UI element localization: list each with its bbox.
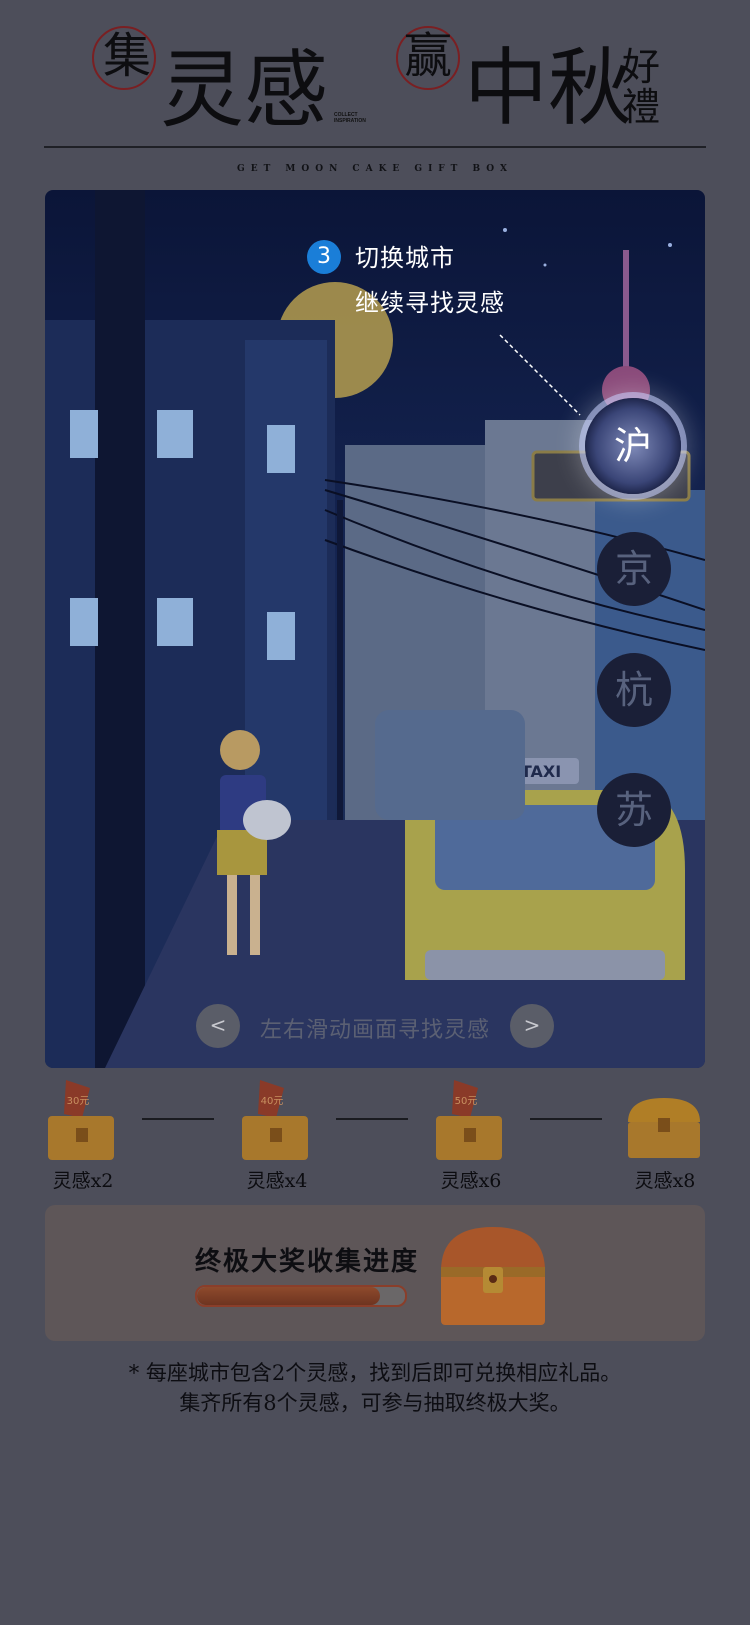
step-number-badge: 3	[307, 240, 341, 274]
header-circle-char-2: 赢	[404, 28, 453, 84]
building-left-side	[245, 340, 327, 840]
next-button[interactable]: >	[510, 1004, 554, 1048]
milestone-label: 灵感x6	[440, 1170, 502, 1192]
milestone-connector	[336, 1118, 408, 1120]
step-title: 切换城市	[355, 244, 455, 272]
star	[668, 243, 672, 247]
header-title-2: 中秋	[464, 39, 633, 137]
milestone-label: 灵感x4	[246, 1170, 308, 1192]
taxi-sign-text: TAXI	[521, 762, 561, 781]
gift-chest-icon: 40元	[242, 1080, 308, 1160]
header-divider	[44, 146, 706, 148]
star	[543, 263, 547, 267]
header-circle-char-1: 集	[103, 28, 152, 84]
scene-illustration: TAXI	[45, 190, 705, 1068]
step-subtitle: 继续寻找灵感	[355, 289, 505, 317]
grand-prize-progress-fill	[197, 1287, 381, 1305]
car-bg	[375, 710, 525, 820]
milestone-item[interactable]: 灵感x8	[620, 1078, 710, 1192]
grand-prize-card: 终极大奖收集进度	[45, 1205, 705, 1341]
header-english-caption: COLLECT INSPIRATION	[334, 112, 366, 124]
grand-prize-title: 终极大奖收集进度	[195, 1247, 420, 1277]
header-subtitle: GET MOON CAKE GIFT BOX	[237, 164, 513, 174]
city-button-beijing[interactable]: 京	[597, 532, 671, 606]
grand-treasure-chest-icon	[441, 1227, 545, 1325]
milestone-item[interactable]: 50元 灵感x6	[426, 1078, 516, 1192]
girl-head	[220, 730, 260, 770]
milestone-label: 灵感x8	[634, 1170, 696, 1192]
svg-text:50元: 50元	[455, 1096, 478, 1107]
girl-leg	[250, 875, 260, 955]
milestone-connector	[530, 1118, 602, 1120]
star	[503, 228, 507, 232]
gift-chest-icon: 50元	[436, 1080, 502, 1160]
milestone-connector	[142, 1118, 214, 1120]
city-button-hangzhou[interactable]: 杭	[597, 653, 671, 727]
milestone-label: 灵感x2	[52, 1170, 114, 1192]
city-button-suzhou[interactable]: 苏	[597, 773, 671, 847]
svg-text:40元: 40元	[261, 1096, 284, 1107]
header-side-bottom: 禮	[622, 85, 661, 129]
gold-chest-icon	[628, 1098, 700, 1158]
pointer-line	[499, 334, 581, 416]
taxi-bumper	[425, 950, 665, 980]
header-side-top: 好	[622, 45, 661, 89]
svg-text:30元: 30元	[67, 1096, 90, 1107]
header-title-1: 灵感	[160, 41, 329, 139]
swipe-hint: 左右滑动画面寻找灵感	[259, 1018, 490, 1043]
girl-bag	[243, 800, 291, 840]
milestone-item[interactable]: 30元 灵感x2	[38, 1078, 128, 1192]
footnote-line-1: * 每座城市包含2个灵感，找到后即可兑换相应礼品。	[128, 1361, 622, 1385]
girl-leg	[227, 875, 237, 955]
pillar	[95, 190, 145, 1068]
city-button-shanghai[interactable]: 沪	[585, 398, 681, 494]
grand-prize-progress-bar	[195, 1285, 407, 1307]
footnote-line-2: 集齐所有8个灵感，可参与抽取终极大奖。	[179, 1391, 571, 1415]
gift-chest-icon: 30元	[48, 1080, 114, 1160]
city-scene[interactable]: TAXI 3 切换城市 继续寻找灵感 沪 京 杭 苏 < 左右滑动画面寻找灵感 …	[45, 190, 705, 1068]
milestone-item[interactable]: 40元 灵感x4	[232, 1078, 322, 1192]
